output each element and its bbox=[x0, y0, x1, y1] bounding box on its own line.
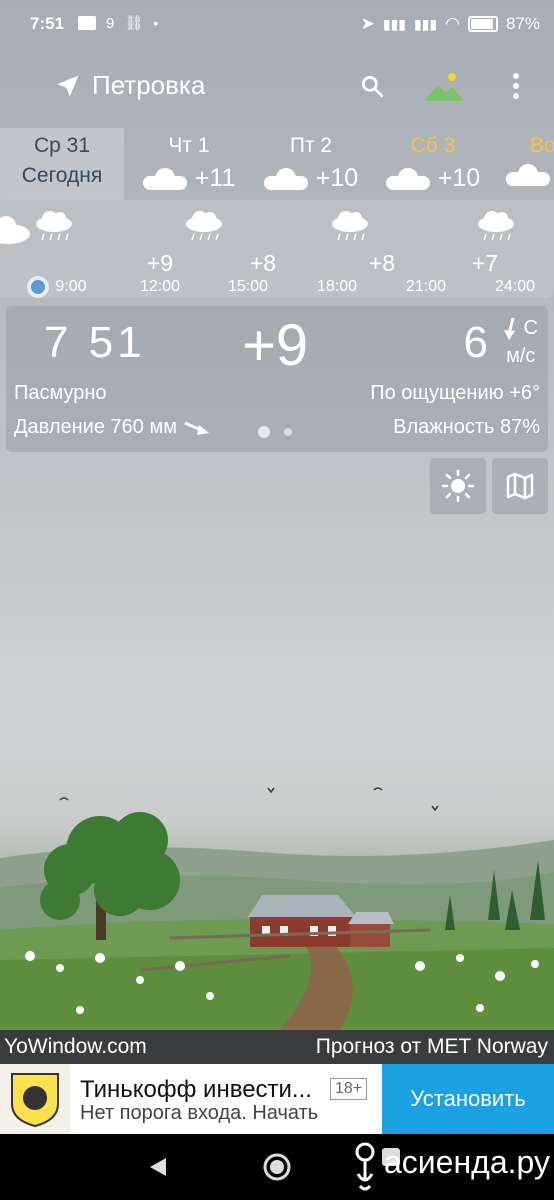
day-tab-thu[interactable]: Чт 1 +11 bbox=[130, 128, 248, 200]
cloud-icon bbox=[263, 167, 308, 190]
day-temp: +10 bbox=[437, 164, 481, 192]
hourly-temp: +8 bbox=[368, 250, 396, 276]
current-temperature: +9 bbox=[242, 313, 309, 378]
back-icon[interactable] bbox=[148, 1156, 168, 1178]
rain-cloud-icon bbox=[332, 211, 368, 232]
pressure-text: Давление 760 мм bbox=[14, 416, 177, 438]
search-button[interactable] bbox=[354, 68, 390, 104]
hourly-time: 15:00 bbox=[227, 278, 269, 295]
rain-cloud-icon bbox=[478, 211, 514, 232]
day-temp: +10 bbox=[315, 164, 359, 192]
location-status-icon: ➤ bbox=[360, 14, 375, 33]
watermark-text: асиенда.ру bbox=[384, 1144, 550, 1180]
ad-age-badge: 18+ bbox=[330, 1078, 368, 1100]
dot-icon: • bbox=[153, 15, 159, 31]
day-tab-today[interactable]: Ср 31 Сегодня bbox=[0, 128, 124, 200]
day-tab-sat[interactable]: Сб 3 +10 bbox=[374, 128, 492, 200]
page-dot-active bbox=[258, 426, 270, 438]
cloud-icon bbox=[506, 164, 550, 186]
ad-logo bbox=[0, 1064, 70, 1134]
current-weather-panel[interactable]: 7 51 +9 6 С м/с Пасмурно По ощущению +6°… bbox=[6, 306, 548, 452]
wind-direction: С bbox=[523, 317, 538, 339]
day-name: Пт 2 bbox=[289, 134, 333, 157]
more-options-button[interactable] bbox=[498, 68, 534, 104]
hourly-temp: +7 bbox=[471, 250, 499, 276]
wind-info: С м/с bbox=[503, 314, 538, 370]
hourly-time: 21:00 bbox=[405, 278, 447, 295]
landscape-button[interactable] bbox=[420, 68, 468, 104]
hourly-clouds bbox=[0, 211, 514, 244]
day-sub: Сегодня bbox=[21, 164, 103, 187]
condition-text: Пасмурно bbox=[14, 382, 107, 404]
system-nav-bar: асиенда.ру bbox=[0, 1134, 554, 1200]
notification-count: 9 bbox=[106, 14, 115, 32]
landscape-illustration bbox=[0, 787, 554, 1030]
home-icon[interactable] bbox=[262, 1152, 292, 1182]
message-icon bbox=[78, 16, 96, 30]
hourly-temp: +8 bbox=[249, 250, 277, 276]
hourly-time: 18:00 bbox=[316, 278, 358, 295]
day-name: Ср 31 bbox=[33, 134, 91, 157]
day-temp: +11 bbox=[194, 164, 236, 192]
sun-icon bbox=[441, 469, 475, 503]
day-tab-fri[interactable]: Пт 2 +10 bbox=[252, 128, 370, 200]
page-dot bbox=[284, 428, 292, 436]
tinkoff-logo-icon bbox=[11, 1073, 59, 1128]
ad-banner[interactable]: Тинькофф инвести... 18+ Нет порога входа… bbox=[0, 1064, 554, 1134]
panel-page-indicator bbox=[258, 426, 292, 438]
wind-unit: м/с bbox=[506, 345, 536, 367]
feels-like: По ощущению +6° bbox=[370, 382, 540, 404]
day-name: Во bbox=[530, 134, 554, 157]
hourly-time: 12:00 bbox=[139, 278, 181, 295]
day-tab-sun[interactable]: Во bbox=[500, 128, 554, 200]
signal-icon-2: ▮▮▮ bbox=[414, 15, 438, 32]
cloud-icon bbox=[385, 167, 430, 190]
hourly-time: 9:00 bbox=[55, 278, 87, 295]
status-right: ➤ ▮▮▮ ▮▮▮ ◠ 87% bbox=[361, 14, 540, 34]
search-icon bbox=[361, 75, 384, 98]
daily-forecast-strip: Ср 31 Сегодня Чт 1 +11 Пт 2 +10 Сб 3 +10… bbox=[0, 128, 554, 200]
status-bar: 7:51 9 ⛓ • ➤ ▮▮▮ ▮▮▮ ◠ 87% bbox=[0, 0, 554, 52]
rain-cloud-icon bbox=[186, 211, 222, 232]
watermark-logo-icon bbox=[355, 1142, 375, 1191]
pressure: Давление 760 мм bbox=[14, 416, 211, 439]
sun-moon-button[interactable] bbox=[430, 458, 486, 514]
rain-cloud-icon bbox=[36, 211, 72, 232]
battery-icon bbox=[467, 16, 498, 32]
battery-level: 87% bbox=[505, 14, 540, 33]
status-time: 7:51 bbox=[30, 14, 65, 33]
wifi-icon: ◠ bbox=[445, 14, 460, 33]
ad-subtitle: Нет порога входа. Начать bbox=[80, 1102, 319, 1124]
day-name: Сб 3 bbox=[410, 134, 456, 157]
status-notifications: 9 ⛓ • bbox=[78, 14, 158, 32]
link-icon: ⛓ bbox=[124, 15, 144, 32]
location-arrow-icon[interactable] bbox=[54, 72, 82, 100]
hourly-time: 24:00 bbox=[494, 278, 536, 295]
hourly-forecast[interactable]: +9 +8 +8 +7 9:00 12:00 15:00 18:00 21:00… bbox=[0, 200, 554, 298]
forecast-source[interactable]: Прогноз от MET Norway bbox=[316, 1035, 548, 1059]
landscape-icon bbox=[424, 73, 464, 101]
map-icon bbox=[506, 472, 534, 500]
wind-speed: 6 bbox=[463, 318, 488, 367]
map-button[interactable] bbox=[492, 458, 548, 514]
city-name[interactable]: Петровка bbox=[92, 70, 205, 101]
current-time: 7 51 bbox=[44, 318, 146, 367]
humidity: Влажность 87% bbox=[393, 416, 540, 438]
wind-arrow-icon bbox=[503, 317, 515, 340]
top-bar: Петровка bbox=[0, 56, 554, 114]
pressure-trend-icon bbox=[184, 421, 209, 435]
credit-strip: YoWindow.com Прогноз от MET Norway bbox=[0, 1030, 554, 1064]
ad-install-button[interactable]: Установить bbox=[382, 1064, 554, 1134]
ad-title: Тинькофф инвести... bbox=[80, 1076, 312, 1103]
signal-icon-1: ▮▮▮ bbox=[382, 15, 406, 32]
cloud-icon bbox=[142, 167, 187, 190]
yowindow-link[interactable]: YoWindow.com bbox=[4, 1035, 147, 1059]
hourly-temp: +9 bbox=[146, 250, 174, 276]
more-vert-icon bbox=[513, 73, 519, 99]
day-name: Чт 1 bbox=[168, 134, 210, 157]
